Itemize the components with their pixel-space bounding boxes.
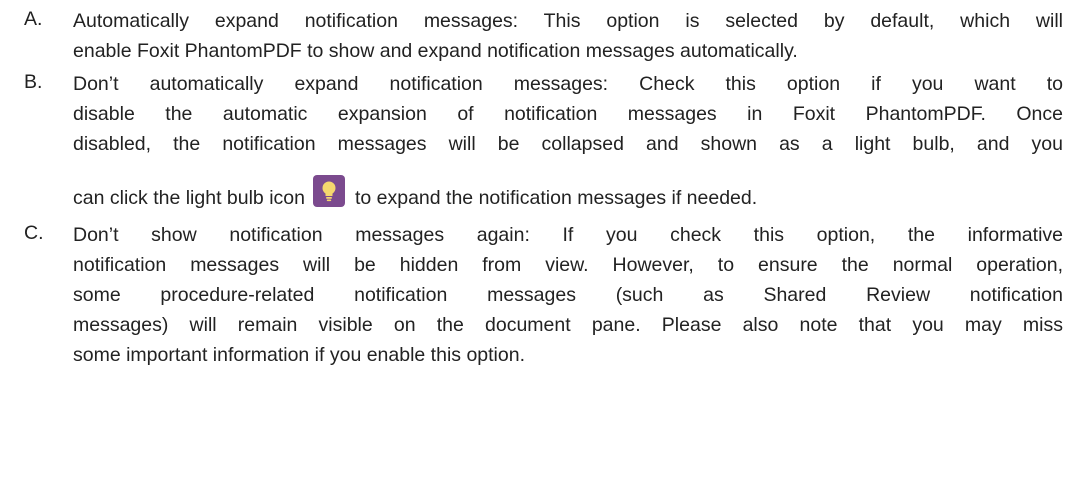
text-line: disable the automatic expansion of notif… (73, 103, 1063, 125)
text-line: messages) will remain visible on the doc… (73, 314, 1063, 336)
list-marker: C. (24, 222, 44, 244)
text-fragment: to expand the notification messages if n… (354, 187, 758, 209)
text-fragment: can click the light bulb icon (73, 187, 305, 209)
text-line: some important information if you enable… (73, 344, 525, 366)
text-line: Don’t show notification messages again: … (73, 224, 1063, 246)
text-line: notification messages will be hidden fro… (73, 254, 1063, 276)
text-line: enable Foxit PhantomPDF to show and expa… (73, 40, 798, 62)
text-line: Automatically expand notification messag… (73, 10, 1063, 32)
text-line-with-icon: can click the light bulb icon to expand … (73, 175, 1063, 211)
text-line: Don’t automatically expand notification … (73, 73, 1063, 95)
document-page: A. Automatically expand notification mes… (0, 0, 1069, 492)
text-line: some procedure-related notification mess… (73, 284, 1063, 306)
text-line: disabled, the notification messages will… (73, 133, 1063, 155)
list-marker: A. (24, 8, 43, 30)
light-bulb-icon (312, 175, 345, 207)
list-marker: B. (24, 71, 43, 93)
